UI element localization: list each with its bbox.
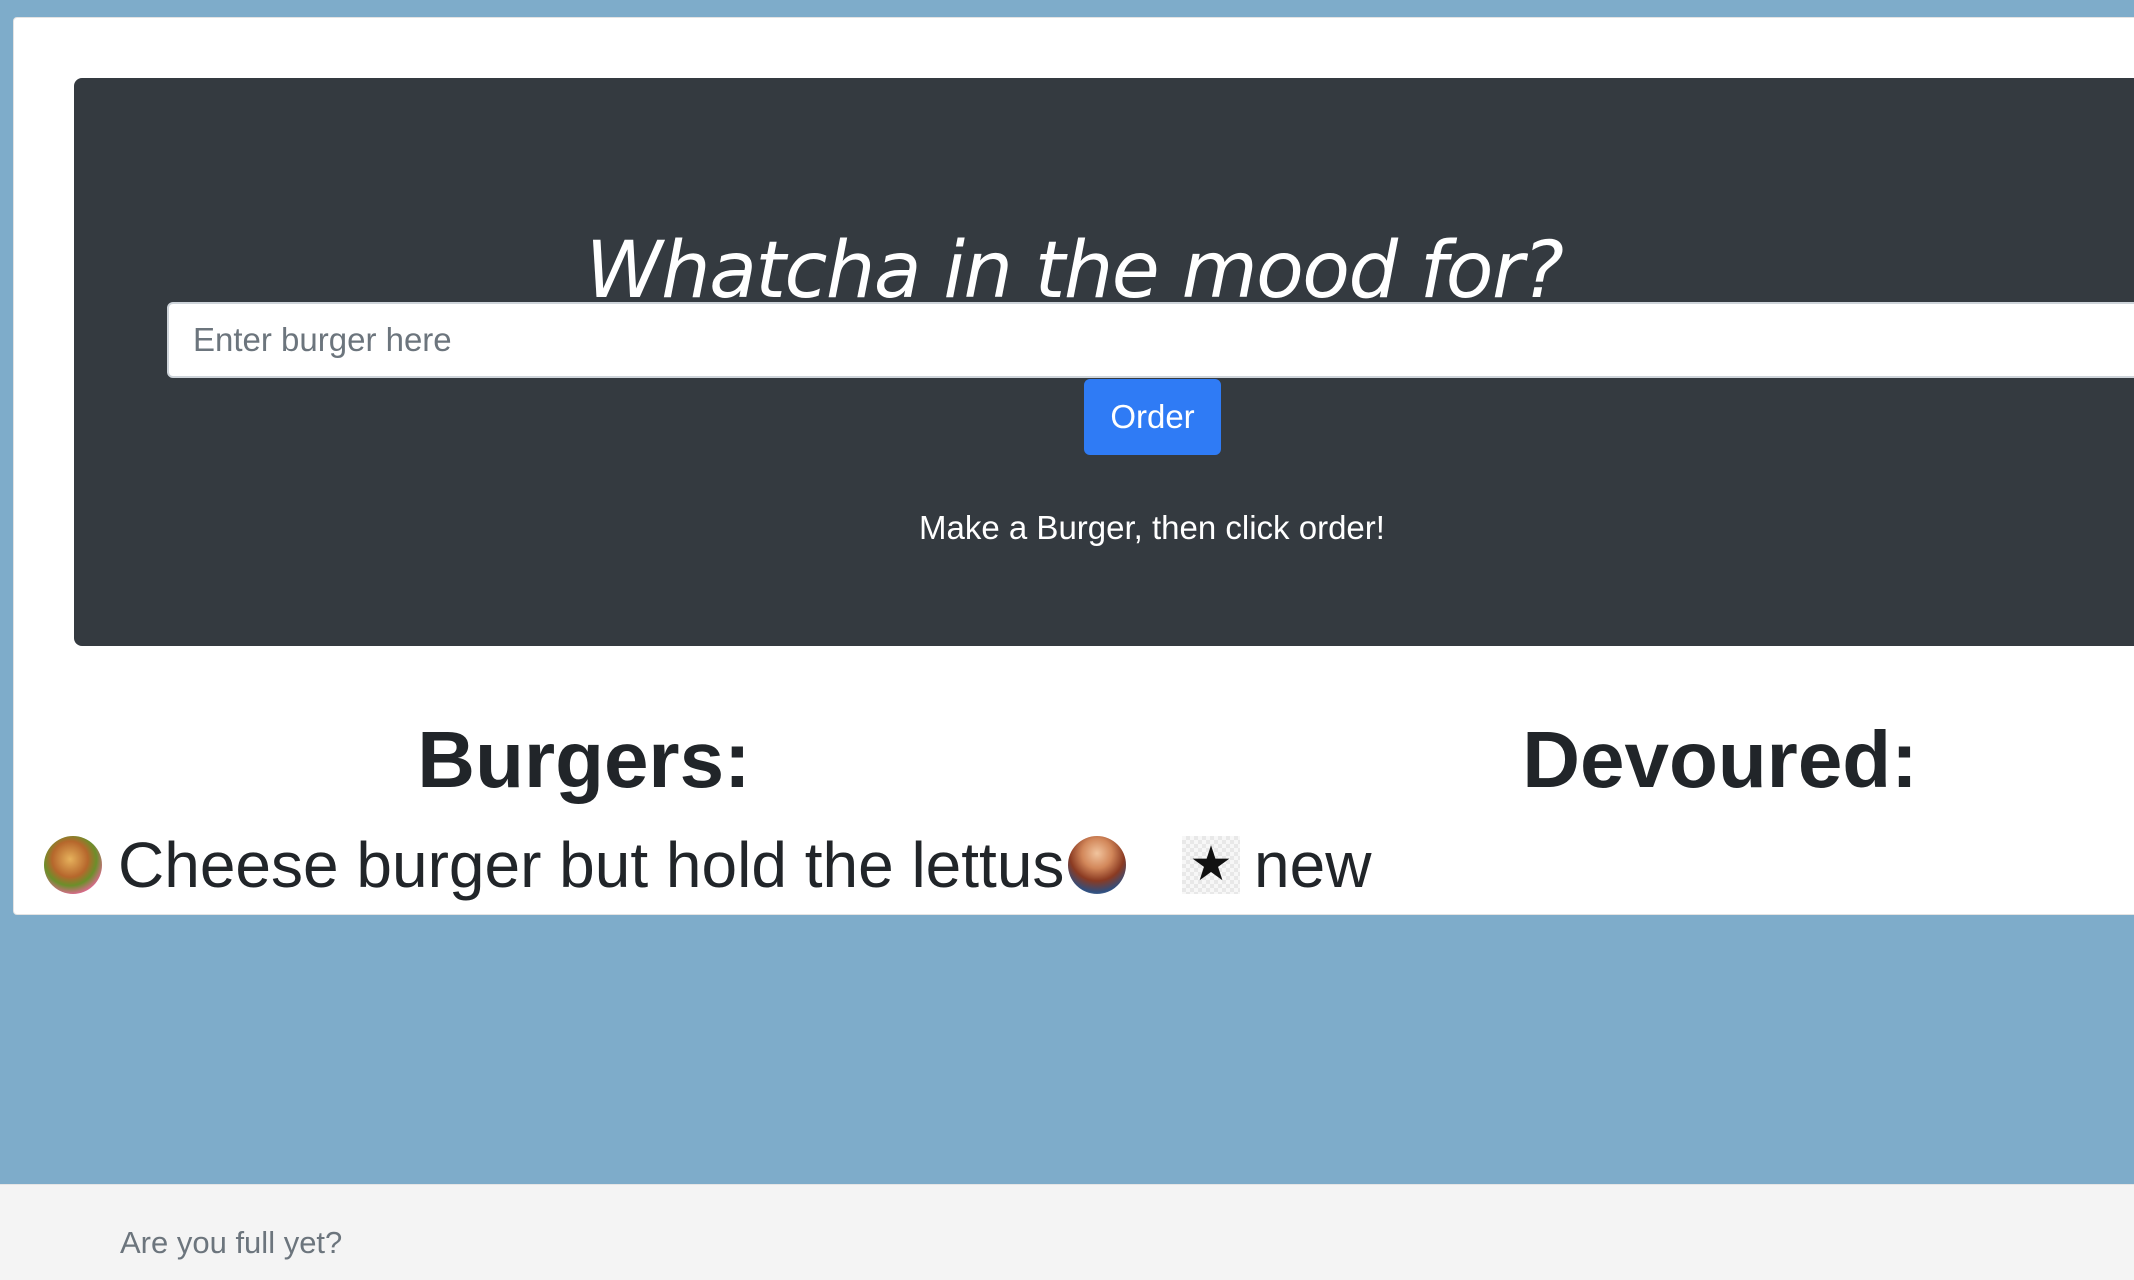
footer: Are you full yet? [0, 1184, 2134, 1280]
devour-icon[interactable] [1068, 836, 1127, 894]
burger-name: Cheese burger but hold the lettus [118, 829, 1065, 901]
footer-text: Are you full yet? [120, 1225, 343, 1260]
burger-list-item: Cheese burger but hold the lettus [44, 829, 1127, 901]
star-icon[interactable]: ★ [1182, 836, 1240, 894]
order-button[interactable]: Order [1084, 379, 1221, 455]
burgers-heading: Burgers: [417, 715, 751, 804]
devoured-heading: Devoured: [1522, 715, 1918, 804]
burger-list-item-new: ★ new [1182, 832, 1371, 898]
instructions-text: Make a Burger, then click order! [919, 509, 1385, 546]
burger-icon [44, 836, 102, 894]
burger-name-new: new [1254, 829, 1372, 901]
burger-input[interactable] [167, 302, 2134, 378]
